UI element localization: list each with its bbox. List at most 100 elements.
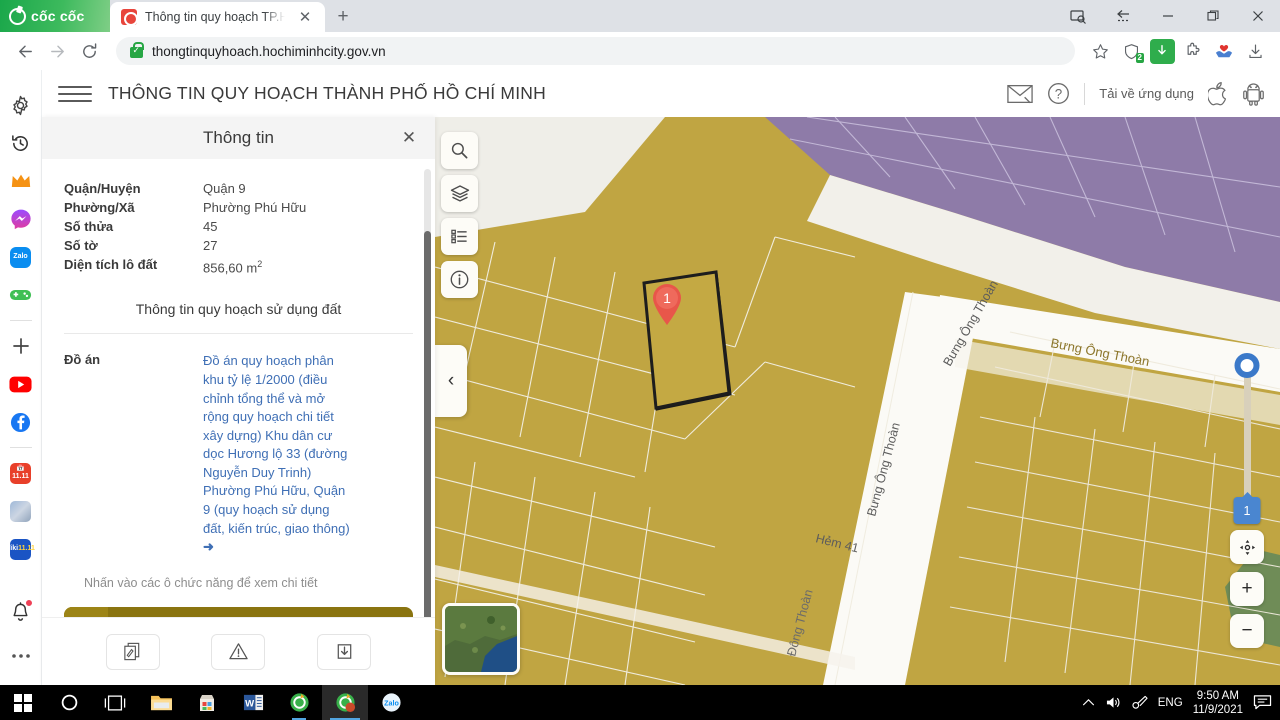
- sidebar-item-game[interactable]: [0, 276, 42, 314]
- zalo-button[interactable]: Zalo: [368, 685, 414, 720]
- notifications-icon[interactable]: [1253, 694, 1272, 711]
- new-tab-button[interactable]: +: [331, 5, 355, 29]
- forward-button[interactable]: [42, 36, 72, 66]
- file-explorer-button[interactable]: [138, 685, 184, 720]
- close-icon[interactable]: ✕: [397, 126, 421, 150]
- sidebar-item-crown[interactable]: [0, 162, 42, 200]
- close-window-button[interactable]: [1235, 0, 1280, 32]
- app-header: THÔNG TIN QUY HOẠCH THÀNH PHỐ HỒ CHÍ MIN…: [42, 70, 1280, 117]
- zoom-slider[interactable]: 1: [1233, 353, 1261, 524]
- browser-toolbar: thongtinquyhoach.hochiminhcity.gov.vn 2: [0, 32, 1280, 70]
- picture-icon: [10, 500, 31, 522]
- tab-close-icon[interactable]: ✕: [293, 5, 317, 29]
- zalo-icon: Zalo: [10, 246, 31, 268]
- info-panel-header: Thông tin ✕: [42, 117, 435, 159]
- sidebar-item-shopee[interactable]: 📅 11.11: [0, 454, 42, 492]
- coccoc-mark-icon: [9, 7, 26, 25]
- start-button[interactable]: [0, 685, 46, 720]
- toolbar-icons: 2: [1085, 36, 1270, 66]
- minimap[interactable]: [442, 603, 520, 675]
- task-view-button[interactable]: [92, 685, 138, 720]
- zoom-level-handle[interactable]: 1: [1233, 497, 1261, 524]
- maximize-button[interactable]: [1190, 0, 1235, 32]
- project-row: Đồ án Đồ án quy hoạch phân khu tỷ lệ 1/2…: [64, 352, 413, 557]
- info-panel-scroll-content: Quận/Huyện Quận 9 Phường/Xã Phường Phú H…: [64, 159, 413, 617]
- browser-tab[interactable]: Thông tin quy hoạch TP.HCM ✕: [110, 2, 325, 32]
- info-panel-footer: [42, 617, 435, 685]
- info-icon[interactable]: [441, 261, 478, 298]
- charity-hands-icon[interactable]: [1209, 36, 1239, 66]
- project-link[interactable]: Đồ án quy hoạch phân khu tỷ lệ 1/2000 (đ…: [203, 352, 353, 557]
- downloads-active-button[interactable]: [1147, 36, 1177, 66]
- tab-favicon-icon: [121, 9, 138, 26]
- map-tool-group: [441, 132, 478, 298]
- map-zoom-controls: 1 + −: [1230, 353, 1264, 648]
- word-button[interactable]: W: [230, 685, 276, 720]
- extensions-puzzle-icon[interactable]: [1178, 36, 1208, 66]
- microsoft-store-button[interactable]: [184, 685, 230, 720]
- sidebar-item-tiki[interactable]: Tiki 11.11: [0, 530, 42, 568]
- sidebar-item-add[interactable]: [0, 327, 42, 365]
- adblock-shield-icon[interactable]: 2: [1116, 36, 1146, 66]
- sidebar-item-picture[interactable]: [0, 492, 42, 530]
- zoom-in-button[interactable]: +: [1230, 572, 1264, 606]
- coccoc-brand-label: cốc cốc: [31, 8, 85, 24]
- panel-scrollbar-track[interactable]: [424, 169, 431, 617]
- download-app-label[interactable]: Tải về ứng dụng: [1099, 86, 1194, 101]
- pan-locate-icon[interactable]: [1230, 530, 1264, 564]
- sidebar-item-zalo[interactable]: Zalo: [0, 238, 42, 276]
- warning-icon[interactable]: [211, 633, 266, 670]
- apple-icon[interactable]: [1208, 81, 1229, 106]
- volume-icon[interactable]: [1105, 695, 1122, 710]
- sidebar-item-youtube[interactable]: [0, 365, 42, 403]
- search-icon[interactable]: [441, 132, 478, 169]
- help-icon[interactable]: ?: [1047, 82, 1070, 105]
- field-row: Số thửa 45: [64, 217, 413, 236]
- sidebar-item-history[interactable]: [0, 124, 42, 162]
- function-card-index: 1: [64, 606, 108, 617]
- download-icon[interactable]: [317, 633, 372, 670]
- bookmark-star-icon[interactable]: [1085, 36, 1115, 66]
- panel-scrollbar-thumb[interactable]: [424, 231, 431, 617]
- map-canvas[interactable]: Bưng Ông Thoàn Bưng Ông Thoàn Hẻm 41 Đôn…: [435, 117, 1280, 685]
- coccoc-active-button[interactable]: [322, 685, 368, 720]
- clock[interactable]: 9:50 AM 11/9/2021: [1193, 689, 1243, 717]
- download-tray-icon[interactable]: [1240, 36, 1270, 66]
- zoom-slider-top-handle[interactable]: [1234, 353, 1260, 378]
- minimize-button[interactable]: [1145, 0, 1190, 32]
- info-panel-body: Quận/Huyện Quận 9 Phường/Xã Phường Phú H…: [42, 159, 435, 617]
- system-tray: ENG 9:50 AM 11/9/2021: [1082, 689, 1280, 717]
- function-card[interactable]: 1 Ô chức năng II.2 Chức năng sử dụng đất…: [64, 606, 413, 617]
- coccoc-button[interactable]: [276, 685, 322, 720]
- window-controls: [1055, 0, 1280, 32]
- sidebar-item-more[interactable]: [0, 637, 42, 675]
- sidebar-item-facebook[interactable]: [0, 403, 42, 441]
- adblock-count-badge: 2: [1135, 53, 1144, 63]
- reload-button[interactable]: [74, 36, 104, 66]
- cortana-button[interactable]: [46, 685, 92, 720]
- field-value: Quận 9: [203, 181, 246, 196]
- lock-icon: [130, 41, 144, 58]
- mail-icon[interactable]: [1007, 84, 1034, 104]
- section-title: Thông tin quy hoạch sử dụng đất: [64, 301, 413, 335]
- zoom-out-button[interactable]: −: [1230, 614, 1264, 648]
- document-icon[interactable]: [105, 633, 160, 670]
- android-icon[interactable]: [1243, 82, 1264, 106]
- language-indicator[interactable]: ENG: [1158, 697, 1183, 709]
- area-value: 856,60 m: [203, 260, 258, 276]
- tray-chevron-up-icon[interactable]: [1082, 698, 1095, 707]
- page-title: THÔNG TIN QUY HOẠCH THÀNH PHỐ HỒ CHÍ MIN…: [108, 83, 546, 103]
- list-icon[interactable]: [441, 218, 478, 255]
- sidebar-item-bell[interactable]: [0, 593, 42, 631]
- collapse-panel-button[interactable]: ‹: [435, 345, 467, 417]
- back-button[interactable]: [10, 36, 40, 66]
- screenshot-icon[interactable]: [1055, 0, 1100, 32]
- field-label: Diện tích lô đất: [64, 257, 158, 272]
- address-bar[interactable]: thongtinquyhoach.hochiminhcity.gov.vn: [116, 37, 1075, 65]
- sidebar-item-gear[interactable]: [0, 86, 42, 124]
- back-history-icon[interactable]: [1100, 0, 1145, 32]
- layers-icon[interactable]: [441, 175, 478, 212]
- menu-hamburger-icon[interactable]: [58, 85, 92, 102]
- pen-icon[interactable]: [1132, 695, 1148, 710]
- sidebar-item-messenger[interactable]: [0, 200, 42, 238]
